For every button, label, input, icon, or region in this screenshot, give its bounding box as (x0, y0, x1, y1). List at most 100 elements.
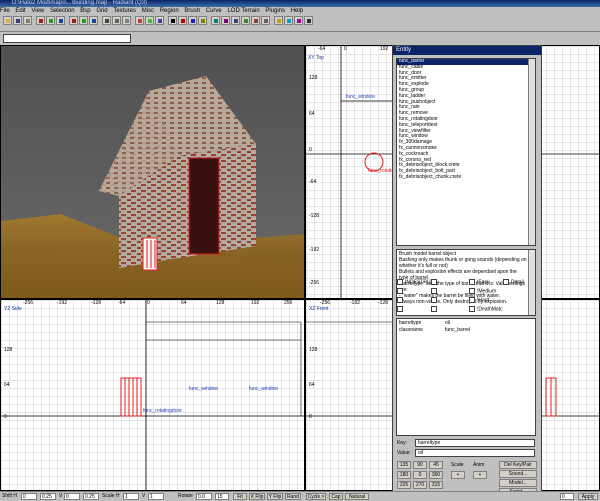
angle-270-button[interactable]: 270 (413, 481, 427, 489)
rotate-x-icon[interactable] (69, 16, 78, 25)
key-value-list[interactable]: barreltype oil classname func_barrel (396, 318, 536, 436)
menu-bsp[interactable]: Bsp (80, 7, 90, 15)
key-input[interactable]: barreltype (415, 439, 535, 447)
class-list-scrollbar[interactable] (528, 59, 535, 245)
console-input[interactable] (3, 34, 131, 43)
flag-checkbox[interactable] (431, 297, 439, 303)
angle-45-button[interactable]: 45 (429, 461, 443, 469)
scale-v-input[interactable]: 1 (148, 493, 164, 500)
menu-help[interactable]: Help (291, 7, 303, 15)
copy-icon[interactable] (23, 16, 32, 25)
patch-delete-icon[interactable] (261, 16, 270, 25)
scale-up-button[interactable]: + (451, 471, 465, 479)
shift-h-step-input[interactable]: 0.25 (40, 493, 56, 500)
entities-icon[interactable] (221, 16, 230, 25)
angle-90-button[interactable]: 90 (413, 461, 427, 469)
entity-class-list[interactable]: func_barrel func_cable func_door func_em… (396, 58, 536, 246)
menu-lod-terrain[interactable]: LOD Terrain (227, 7, 259, 15)
show-curves-icon[interactable] (284, 16, 293, 25)
shift-v-step-input[interactable]: 0.25 (83, 493, 99, 500)
angle-360-button[interactable]: 360 (429, 471, 443, 479)
kv-key[interactable]: barreltype (399, 320, 421, 326)
y-flip-button[interactable]: Y Flip (267, 493, 283, 500)
cap-button[interactable]: Cap (329, 493, 343, 500)
camera-icon[interactable] (178, 16, 187, 25)
angle-315-button[interactable]: 315 (429, 481, 443, 489)
natural-button[interactable]: Natural (345, 493, 369, 500)
select-touching-icon[interactable] (112, 16, 121, 25)
apply-button[interactable]: Apply (578, 493, 598, 500)
clipper-icon[interactable] (168, 16, 177, 25)
flag-checkbox[interactable] (397, 306, 405, 312)
description-scrollbar[interactable] (528, 250, 535, 315)
flag-checkbox[interactable] (431, 306, 439, 312)
menu-misc[interactable]: Misc (142, 7, 154, 15)
yz-side-view[interactable]: YZ Side -256 -192 -128 -64 0 64 128 192 … (0, 299, 305, 491)
hollow-icon[interactable] (155, 16, 164, 25)
texture-lock-icon[interactable] (188, 16, 197, 25)
angle-180-button[interactable]: 180 (397, 471, 411, 479)
patch-insert-icon[interactable] (251, 16, 260, 25)
flip-y-icon[interactable] (46, 16, 55, 25)
patch-icon[interactable] (231, 16, 240, 25)
cubic-clip-icon[interactable] (211, 16, 220, 25)
camera-view[interactable] (0, 45, 305, 299)
fit-button[interactable]: Fit (233, 493, 247, 500)
menu-file[interactable]: File (0, 7, 10, 15)
menu-plugins[interactable]: Plugins (265, 7, 285, 15)
kv-key[interactable]: classname (399, 327, 423, 333)
apply-value-input[interactable]: 0 (560, 493, 574, 500)
save-icon[interactable] (13, 16, 22, 25)
kv-value[interactable]: func_barrel (445, 327, 470, 333)
select-inside-icon[interactable] (122, 16, 131, 25)
rand-button[interactable]: Rand (285, 493, 301, 500)
angle-225-button[interactable]: 225 (397, 481, 411, 489)
menu-grid[interactable]: Grid (96, 7, 107, 15)
menu-selection[interactable]: Selection (50, 7, 75, 15)
csg-subtract-icon[interactable] (135, 16, 144, 25)
list-item[interactable]: fx_debrisobject_chunk.crete (397, 174, 535, 181)
value-input[interactable]: oil (415, 449, 535, 457)
anim-up-button[interactable]: + (473, 471, 487, 479)
delete-key-pair-button[interactable]: Del Key/Pair (499, 461, 537, 469)
shift-v-input[interactable]: 0 (64, 493, 80, 500)
csg-merge-icon[interactable] (145, 16, 154, 25)
rotate-z-icon[interactable] (89, 16, 98, 25)
flag-deathmatch-checkbox[interactable]: !DeathMatc (469, 306, 503, 312)
menu-curve[interactable]: Curve (206, 7, 222, 15)
flag-easy-checkbox[interactable]: !Easy (469, 279, 490, 285)
flip-z-icon[interactable] (56, 16, 65, 25)
flip-x-icon[interactable] (36, 16, 45, 25)
menu-region[interactable]: Region (160, 7, 179, 15)
menu-view[interactable]: View (31, 7, 44, 15)
rotate-input[interactable]: 0.0 (196, 493, 212, 500)
flag-checkbox[interactable] (431, 288, 439, 294)
select-complete-icon[interactable] (102, 16, 111, 25)
angle-0-button[interactable]: 0 (413, 471, 427, 479)
sound-button[interactable]: Sound... (499, 470, 537, 478)
rotate-y-icon[interactable] (79, 16, 88, 25)
menu-brush[interactable]: Brush (184, 7, 200, 15)
flag-checkbox[interactable] (431, 279, 439, 285)
scale-h-input[interactable]: 1 (123, 493, 139, 500)
flag-indestructible-checkbox[interactable]: INDESTRU (397, 279, 431, 285)
rotate-step-input[interactable]: 15 (215, 493, 229, 500)
x-flip-button[interactable]: X Flip (249, 493, 265, 500)
angle-135-button[interactable]: 135 (397, 461, 411, 469)
flag-medium-checkbox[interactable]: !Medium (469, 288, 496, 294)
model-button[interactable]: Model... (499, 479, 537, 487)
kv-value[interactable]: oil (445, 320, 450, 326)
menu-textures[interactable]: Textures (113, 7, 136, 15)
shift-h-input[interactable]: 0 (21, 493, 37, 500)
cycle-button[interactable]: Cycle > (306, 493, 326, 500)
flag-hard-checkbox[interactable]: !Hard (469, 297, 489, 303)
patch-bend-icon[interactable] (241, 16, 250, 25)
menu-edit[interactable]: Edit (15, 7, 25, 15)
show-patches-icon[interactable] (274, 16, 283, 25)
filter-icon[interactable] (294, 16, 303, 25)
flag-checkbox[interactable] (397, 288, 405, 294)
brush-primitive-icon[interactable] (304, 16, 313, 25)
open-icon[interactable] (3, 16, 12, 25)
view-change-icon[interactable] (198, 16, 207, 25)
flag-checkbox[interactable] (397, 297, 405, 303)
